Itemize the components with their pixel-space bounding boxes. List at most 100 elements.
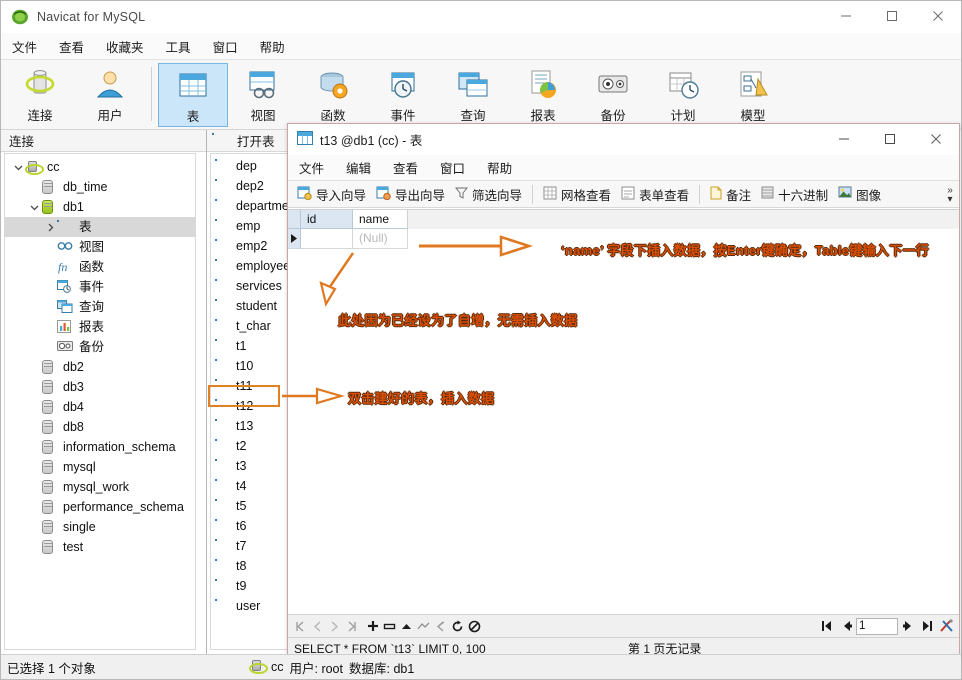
toolbar-query[interactable]: 查询 [438,63,508,127]
page-next-icon[interactable] [900,618,917,635]
tree-node-[interactable]: 视图 [5,237,195,257]
child-menu-edit[interactable]: 编辑 [335,154,382,181]
toolbar-table[interactable]: 表 [158,63,228,127]
child-maximize-button[interactable] [867,123,913,154]
tree-node-[interactable]: 表 [5,217,195,237]
menu-view[interactable]: 查看 [48,33,95,60]
table-list-item[interactable]: t4 [211,476,293,496]
child-minimize-button[interactable] [821,123,867,154]
table-list-item[interactable]: t3 [211,456,293,476]
tree-node-db1[interactable]: db1 [5,197,195,217]
tree-node-[interactable]: 事件 [5,277,195,297]
grid-view-button[interactable]: 网格查看 [538,183,616,206]
tab-open-table[interactable]: 打开表 [207,129,280,152]
toolbar-connection[interactable]: 连接 [5,63,75,127]
table-list-item[interactable]: t6 [211,516,293,536]
export-wizard-button[interactable]: 导出向导 [371,183,450,206]
minimize-button[interactable] [823,1,869,32]
table-list-item[interactable]: department [211,196,293,216]
table-list-item[interactable]: t13 [211,416,293,436]
memo-button[interactable]: 备注 [705,183,756,206]
apply-change-icon[interactable] [398,618,415,635]
tree-node-performance_schema[interactable]: performance_schema [5,497,195,517]
tree-node-cc[interactable]: cc [5,157,195,177]
table-list-item[interactable]: t2 [211,436,293,456]
grid-header-name[interactable]: name [353,210,408,229]
tree-node-mysql_work[interactable]: mysql_work [5,477,195,497]
last-record-icon[interactable] [343,618,360,635]
child-menu-view[interactable]: 查看 [382,154,429,181]
form-view-button[interactable]: 表单查看 [616,183,694,206]
table-list-item[interactable]: employee [211,256,293,276]
next-record-icon[interactable] [326,618,343,635]
menu-tools[interactable]: 工具 [155,33,202,60]
prev-record-icon[interactable] [309,618,326,635]
discard-change-icon[interactable] [415,618,432,635]
table-list-item[interactable]: dep [211,156,293,176]
connection-tree[interactable]: cc db_time db1 表视图 fn 函数 事件 查询 报表 备份 db2 db3 db4 db8 i… [4,153,196,650]
twisty-expanded-icon[interactable] [11,160,25,174]
tree-node-db2[interactable]: db2 [5,357,195,377]
tree-node-db4[interactable]: db4 [5,397,195,417]
tree-node-db_time[interactable]: db_time [5,177,195,197]
menu-file[interactable]: 文件 [1,33,48,60]
table-list-item[interactable]: student [211,296,293,316]
tree-node-[interactable]: 查询 [5,297,195,317]
tools-icon[interactable] [938,618,955,635]
child-menu-window[interactable]: 窗口 [429,154,476,181]
child-menu-file[interactable]: 文件 [288,154,335,181]
table-list-item[interactable]: t10 [211,356,293,376]
toolbar-schedule[interactable]: 计划 [648,63,718,127]
toolbar-event[interactable]: 事件 [368,63,438,127]
page-prev-icon[interactable] [837,618,854,635]
page-last-icon[interactable] [919,618,936,635]
image-button[interactable]: 图像 [833,183,886,206]
first-record-icon[interactable] [292,618,309,635]
table-list-item[interactable]: t8 [211,556,293,576]
delete-record-icon[interactable] [381,618,398,635]
table-list-item[interactable]: t_char [211,316,293,336]
toolbar-view[interactable]: 视图 [228,63,298,127]
child-close-button[interactable] [913,123,959,154]
tree-node-mysql[interactable]: mysql [5,457,195,477]
close-button[interactable] [915,1,961,32]
maximize-button[interactable] [869,1,915,32]
table-list-item[interactable]: t9 [211,576,293,596]
table-list-item[interactable]: user [211,596,293,616]
tree-node-[interactable]: 备份 [5,337,195,357]
refresh-icon[interactable] [449,618,466,635]
page-first-icon[interactable] [818,618,835,635]
table-list-item[interactable]: emp [211,216,293,236]
tree-node-[interactable]: 报表 [5,317,195,337]
table-list-item[interactable]: t7 [211,536,293,556]
data-grid[interactable]: id name (Null) [288,209,959,614]
toolbar-report[interactable]: 报表 [508,63,578,127]
toolbar-overflow-button[interactable]: » ▾ [943,181,957,208]
menu-favorites[interactable]: 收藏夹 [95,33,155,60]
filter-wizard-button[interactable]: 筛选向导 [450,183,527,206]
null-value-icon[interactable] [466,618,483,635]
tree-node-db3[interactable]: db3 [5,377,195,397]
toolbar-function[interactable]: 函数 [298,63,368,127]
grid-header-id[interactable]: id [301,210,353,229]
import-wizard-button[interactable]: 导入向导 [292,183,371,206]
refresh-stop-icon[interactable] [432,618,449,635]
table-list-item[interactable]: dep2 [211,176,293,196]
toolbar-user[interactable]: 用户 [75,63,145,127]
twisty-expanded-icon[interactable] [27,200,41,214]
tree-node-single[interactable]: single [5,517,195,537]
table-list-item[interactable]: services [211,276,293,296]
tree-node-test[interactable]: test [5,537,195,557]
tree-node-[interactable]: fn 函数 [5,257,195,277]
table-list-item[interactable]: t1 [211,336,293,356]
menu-window[interactable]: 窗口 [202,33,249,60]
tree-node-information_schema[interactable]: information_schema [5,437,195,457]
page-number-input[interactable]: 1 [856,617,898,635]
twisty-collapsed-icon[interactable] [43,220,57,234]
menu-help[interactable]: 帮助 [249,33,296,60]
table-list-item[interactable]: t5 [211,496,293,516]
add-record-icon[interactable] [364,618,381,635]
tree-node-db8[interactable]: db8 [5,417,195,437]
toolbar-model[interactable]: 模型 [718,63,788,127]
toolbar-backup[interactable]: 备份 [578,63,648,127]
